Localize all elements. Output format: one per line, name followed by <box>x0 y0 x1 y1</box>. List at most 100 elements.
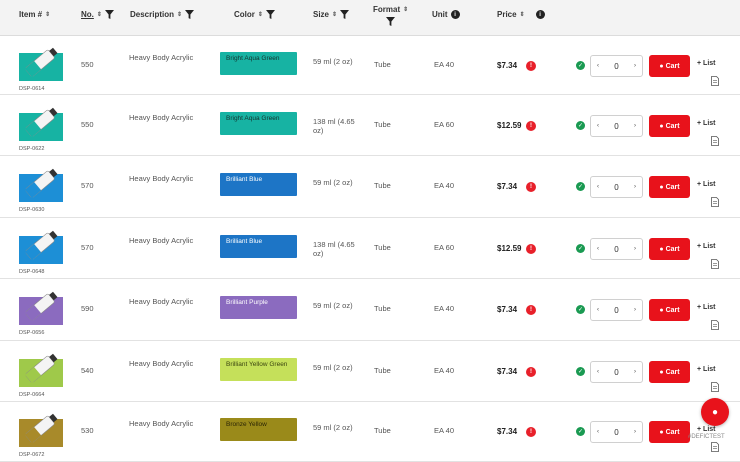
sort-icon[interactable]: ⇕ <box>403 6 408 13</box>
add-to-cart-button[interactable]: ● Cart <box>649 55 690 77</box>
increment-button[interactable]: › <box>634 307 636 313</box>
col-header-no[interactable]: No. ⇕ <box>81 10 114 19</box>
product-thumbnail[interactable] <box>19 39 63 87</box>
info-icon[interactable]: i <box>535 10 545 19</box>
sku-label[interactable]: DSP-0664 <box>19 392 44 398</box>
decrement-button[interactable]: ‹ <box>597 429 599 435</box>
increment-button[interactable]: › <box>634 63 636 69</box>
col-header-description[interactable]: Description ⇕ <box>130 10 195 19</box>
quantity-value[interactable]: 0 <box>614 368 618 377</box>
sku-label[interactable]: DSP-0614 <box>19 86 44 92</box>
quantity-value[interactable]: 0 <box>614 122 618 131</box>
increment-button[interactable]: › <box>634 246 636 252</box>
sale-badge-icon[interactable]: ! <box>526 121 536 131</box>
document-icon[interactable] <box>711 197 719 207</box>
decrement-button[interactable]: ‹ <box>597 123 599 129</box>
product-thumbnail[interactable] <box>19 345 63 393</box>
document-icon[interactable] <box>711 76 719 86</box>
sort-icon[interactable]: ⇕ <box>97 11 102 18</box>
table-row: DSP-0630 570 Heavy Body Acrylic Brillian… <box>0 156 740 218</box>
add-to-cart-button[interactable]: ● Cart <box>649 421 690 443</box>
increment-button[interactable]: › <box>634 429 636 435</box>
product-thumbnail[interactable] <box>19 283 63 331</box>
decrement-button[interactable]: ‹ <box>597 184 599 190</box>
increment-button[interactable]: › <box>634 184 636 190</box>
sort-icon[interactable]: ⇕ <box>258 11 263 18</box>
quantity-value[interactable]: 0 <box>614 62 618 71</box>
description: Heavy Body Acrylic <box>129 419 194 428</box>
decrement-button[interactable]: ‹ <box>597 246 599 252</box>
sale-badge-icon[interactable]: ! <box>526 305 536 315</box>
decrement-button[interactable]: ‹ <box>597 307 599 313</box>
col-header-color[interactable]: Color ⇕ <box>234 10 275 19</box>
decrement-button[interactable]: ‹ <box>597 369 599 375</box>
unit: EA 40 <box>434 366 455 375</box>
quantity-stepper[interactable]: ‹ 0 › <box>590 361 643 383</box>
filter-icon[interactable] <box>265 10 275 19</box>
sale-badge-icon[interactable]: ! <box>526 182 536 192</box>
add-to-cart-button[interactable]: ● Cart <box>649 238 690 260</box>
sort-icon[interactable]: ⇕ <box>520 11 525 18</box>
sale-badge-icon[interactable]: ! <box>526 427 536 437</box>
add-to-cart-button[interactable]: ● Cart <box>649 176 690 198</box>
col-header-format[interactable]: Format ⇕ <box>373 5 408 26</box>
pin-button[interactable]: ● <box>701 398 729 426</box>
info-icon[interactable]: i <box>450 10 460 19</box>
document-icon[interactable] <box>711 259 719 269</box>
add-to-list-link[interactable]: + List <box>697 120 716 127</box>
sku-label[interactable]: DSP-0622 <box>19 146 44 152</box>
sort-icon[interactable]: ⇕ <box>45 11 50 18</box>
cart-label: Cart <box>665 306 680 314</box>
col-header-size[interactable]: Size ⇕ <box>313 10 350 19</box>
product-thumbnail[interactable] <box>19 160 63 208</box>
col-header-color-label: Color <box>234 10 255 19</box>
color-swatch: Bright Aqua Green <box>220 112 297 135</box>
quantity-stepper[interactable]: ‹ 0 › <box>590 238 643 260</box>
col-header-price[interactable]: Price ⇕ i <box>497 10 545 19</box>
item-number: 540 <box>81 366 94 375</box>
sku-label[interactable]: DSP-0630 <box>19 207 44 213</box>
add-to-cart-button[interactable]: ● Cart <box>649 299 690 321</box>
add-to-list-link[interactable]: + List <box>697 60 716 67</box>
filter-icon[interactable] <box>185 10 195 19</box>
product-thumbnail[interactable] <box>19 99 63 147</box>
filter-icon[interactable] <box>104 10 114 19</box>
decrement-button[interactable]: ‹ <box>597 63 599 69</box>
add-to-cart-button[interactable]: ● Cart <box>649 115 690 137</box>
sort-icon[interactable]: ⇕ <box>332 11 337 18</box>
document-icon[interactable] <box>711 320 719 330</box>
quantity-value[interactable]: 0 <box>614 428 618 437</box>
sku-label[interactable]: DSP-0672 <box>19 452 44 458</box>
increment-button[interactable]: › <box>634 123 636 129</box>
quantity-stepper[interactable]: ‹ 0 › <box>590 299 643 321</box>
sku-label[interactable]: DSP-0648 <box>19 269 44 275</box>
add-to-list-link[interactable]: + List <box>697 243 716 250</box>
quantity-value[interactable]: 0 <box>614 306 618 315</box>
quantity-value[interactable]: 0 <box>614 245 618 254</box>
quantity-stepper[interactable]: ‹ 0 › <box>590 421 643 443</box>
add-to-list-link[interactable]: + List <box>697 426 716 433</box>
sale-badge-icon[interactable]: ! <box>526 367 536 377</box>
document-icon[interactable] <box>711 442 719 452</box>
document-icon[interactable] <box>711 382 719 392</box>
add-to-cart-button[interactable]: ● Cart <box>649 361 690 383</box>
sale-badge-icon[interactable]: ! <box>526 61 536 71</box>
product-thumbnail[interactable] <box>19 222 63 270</box>
add-to-list-link[interactable]: + List <box>697 304 716 311</box>
quantity-value[interactable]: 0 <box>614 183 618 192</box>
col-header-item[interactable]: Item # ⇕ <box>19 10 50 19</box>
increment-button[interactable]: › <box>634 369 636 375</box>
quantity-stepper[interactable]: ‹ 0 › <box>590 176 643 198</box>
add-to-list-link[interactable]: + List <box>697 181 716 188</box>
sku-label[interactable]: DSP-0656 <box>19 330 44 336</box>
filter-icon[interactable] <box>386 17 396 26</box>
quantity-stepper[interactable]: ‹ 0 › <box>590 115 643 137</box>
filter-icon[interactable] <box>340 10 350 19</box>
add-to-list-link[interactable]: + List <box>697 366 716 373</box>
document-icon[interactable] <box>711 136 719 146</box>
sale-badge-icon[interactable]: ! <box>526 244 536 254</box>
product-thumbnail[interactable] <box>19 405 63 453</box>
col-header-unit[interactable]: Unit i <box>432 10 460 19</box>
quantity-stepper[interactable]: ‹ 0 › <box>590 55 643 77</box>
sort-icon[interactable]: ⇕ <box>177 11 182 18</box>
